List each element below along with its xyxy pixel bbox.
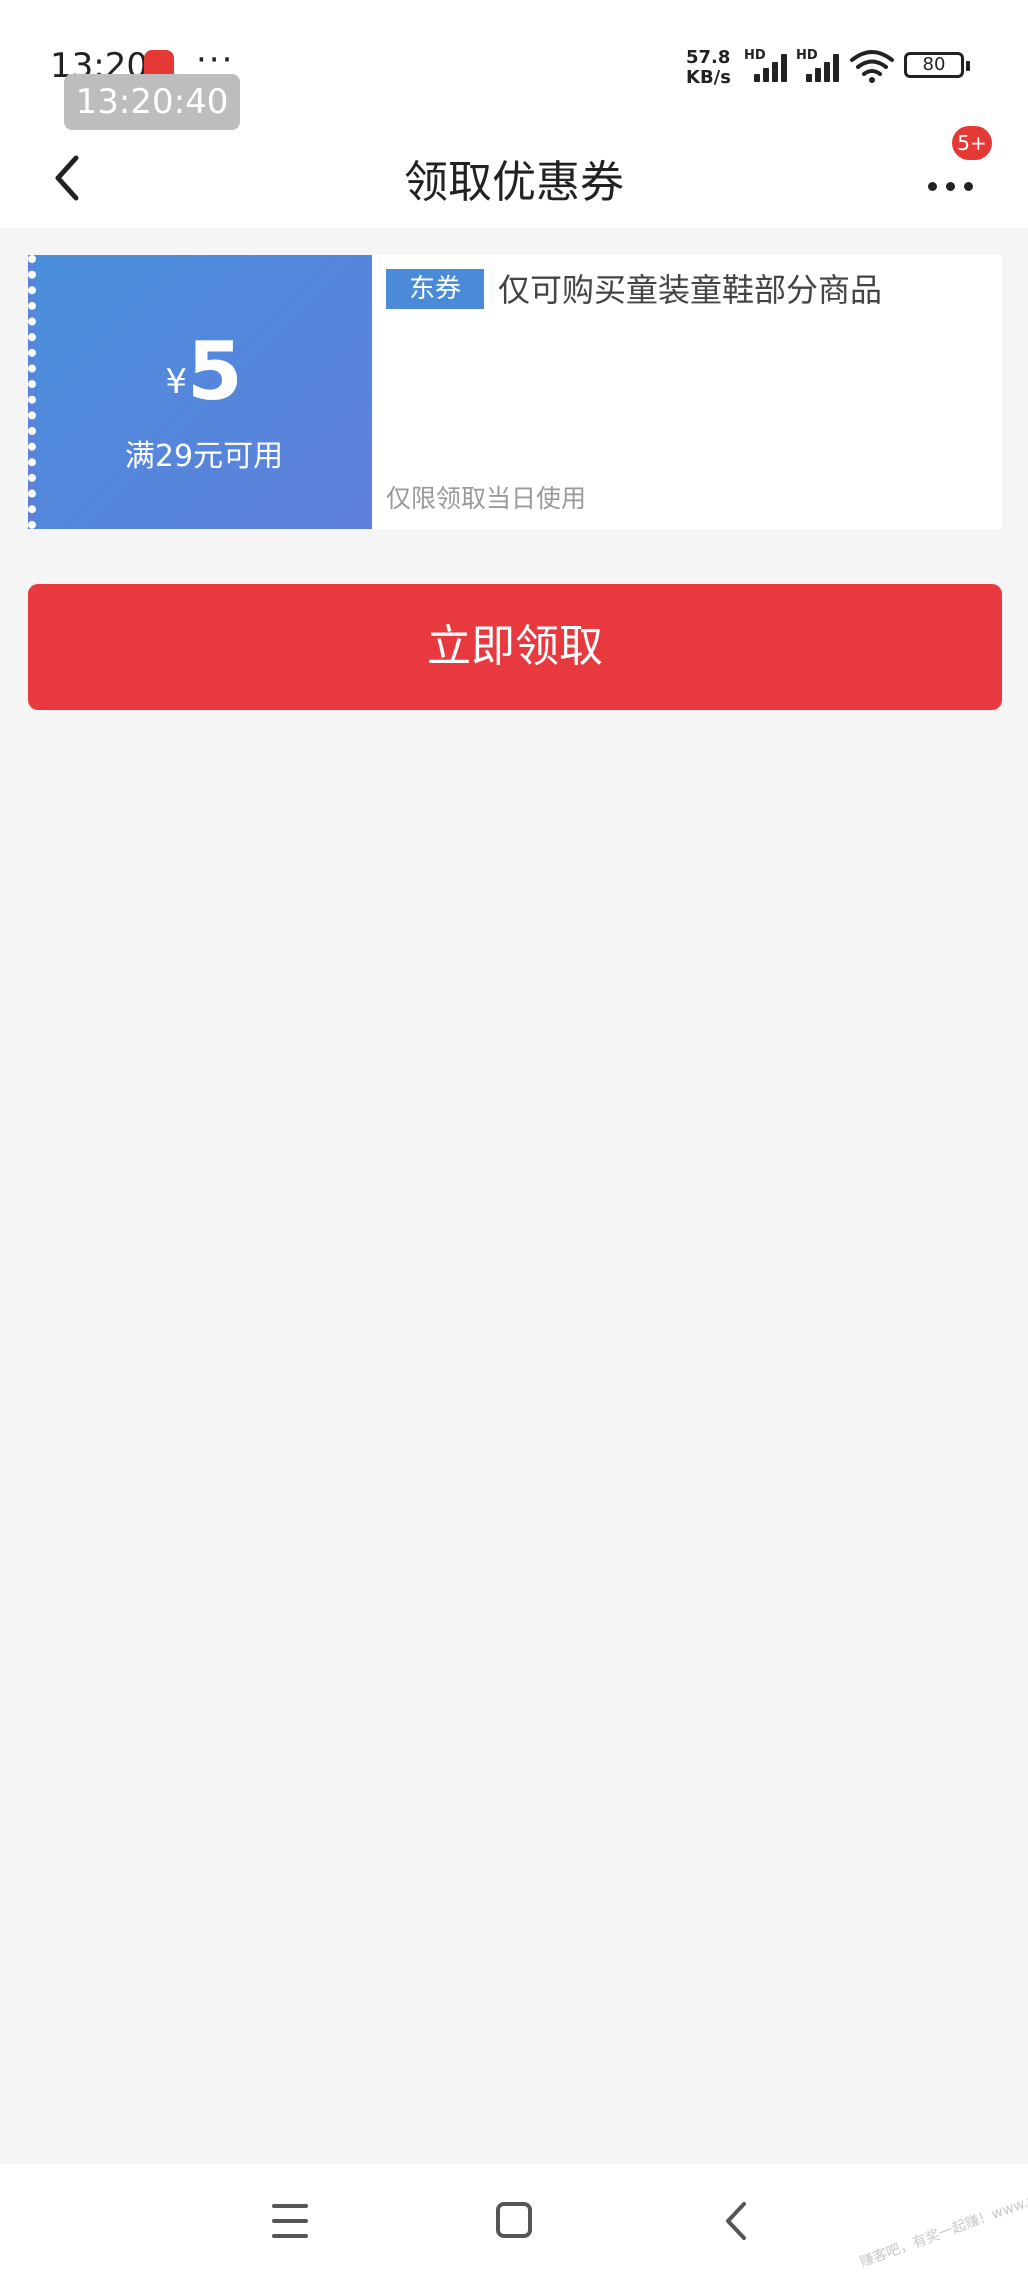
coupon-value-panel: ¥5 满29元可用 <box>28 255 372 529</box>
signal-icon-2: HD <box>796 48 840 82</box>
status-bar: 13:20 ··· 57.8 KB/s HD HD 80 13:20:40 <box>0 0 1028 130</box>
wifi-icon <box>850 50 894 83</box>
battery-indicator: 80 <box>904 52 970 78</box>
more-options-button[interactable] <box>924 160 980 200</box>
signal-hd-label: HD <box>744 48 766 63</box>
network-speed: 57.8 KB/s <box>686 48 738 88</box>
coupon-value: 5 <box>186 325 243 418</box>
coupon-amount: ¥5 <box>36 325 372 418</box>
coupon-condition: 满29元可用 <box>124 439 284 474</box>
signal-icon: HD <box>744 48 788 82</box>
coupon-description: 仅可购买童装童鞋部分商品 <box>498 271 883 309</box>
coupon-tag: 东券 <box>386 269 484 309</box>
coupon-currency: ¥ <box>165 362 187 402</box>
coupon-card: ¥5 满29元可用 东券 仅可购买童装童鞋部分商品 仅限领取当日使用 <box>28 255 1002 529</box>
nav-bar: 领取优惠券 <box>0 130 1028 228</box>
page-title: 领取优惠券 <box>404 157 624 208</box>
time-overlay: 13:20:40 <box>64 74 240 130</box>
coupon-validity-note: 仅限领取当日使用 <box>386 484 587 513</box>
claim-coupon-button[interactable]: 立即领取 <box>28 584 1002 710</box>
notification-badge: 5+ <box>952 126 992 160</box>
network-speed-unit: KB/s <box>686 67 731 88</box>
recent-apps-button[interactable] <box>272 2202 308 2242</box>
signal-hd-label-2: HD <box>796 48 818 63</box>
home-button[interactable] <box>496 2202 532 2238</box>
system-back-button[interactable] <box>722 2198 752 2244</box>
network-speed-value: 57.8 <box>686 47 731 68</box>
